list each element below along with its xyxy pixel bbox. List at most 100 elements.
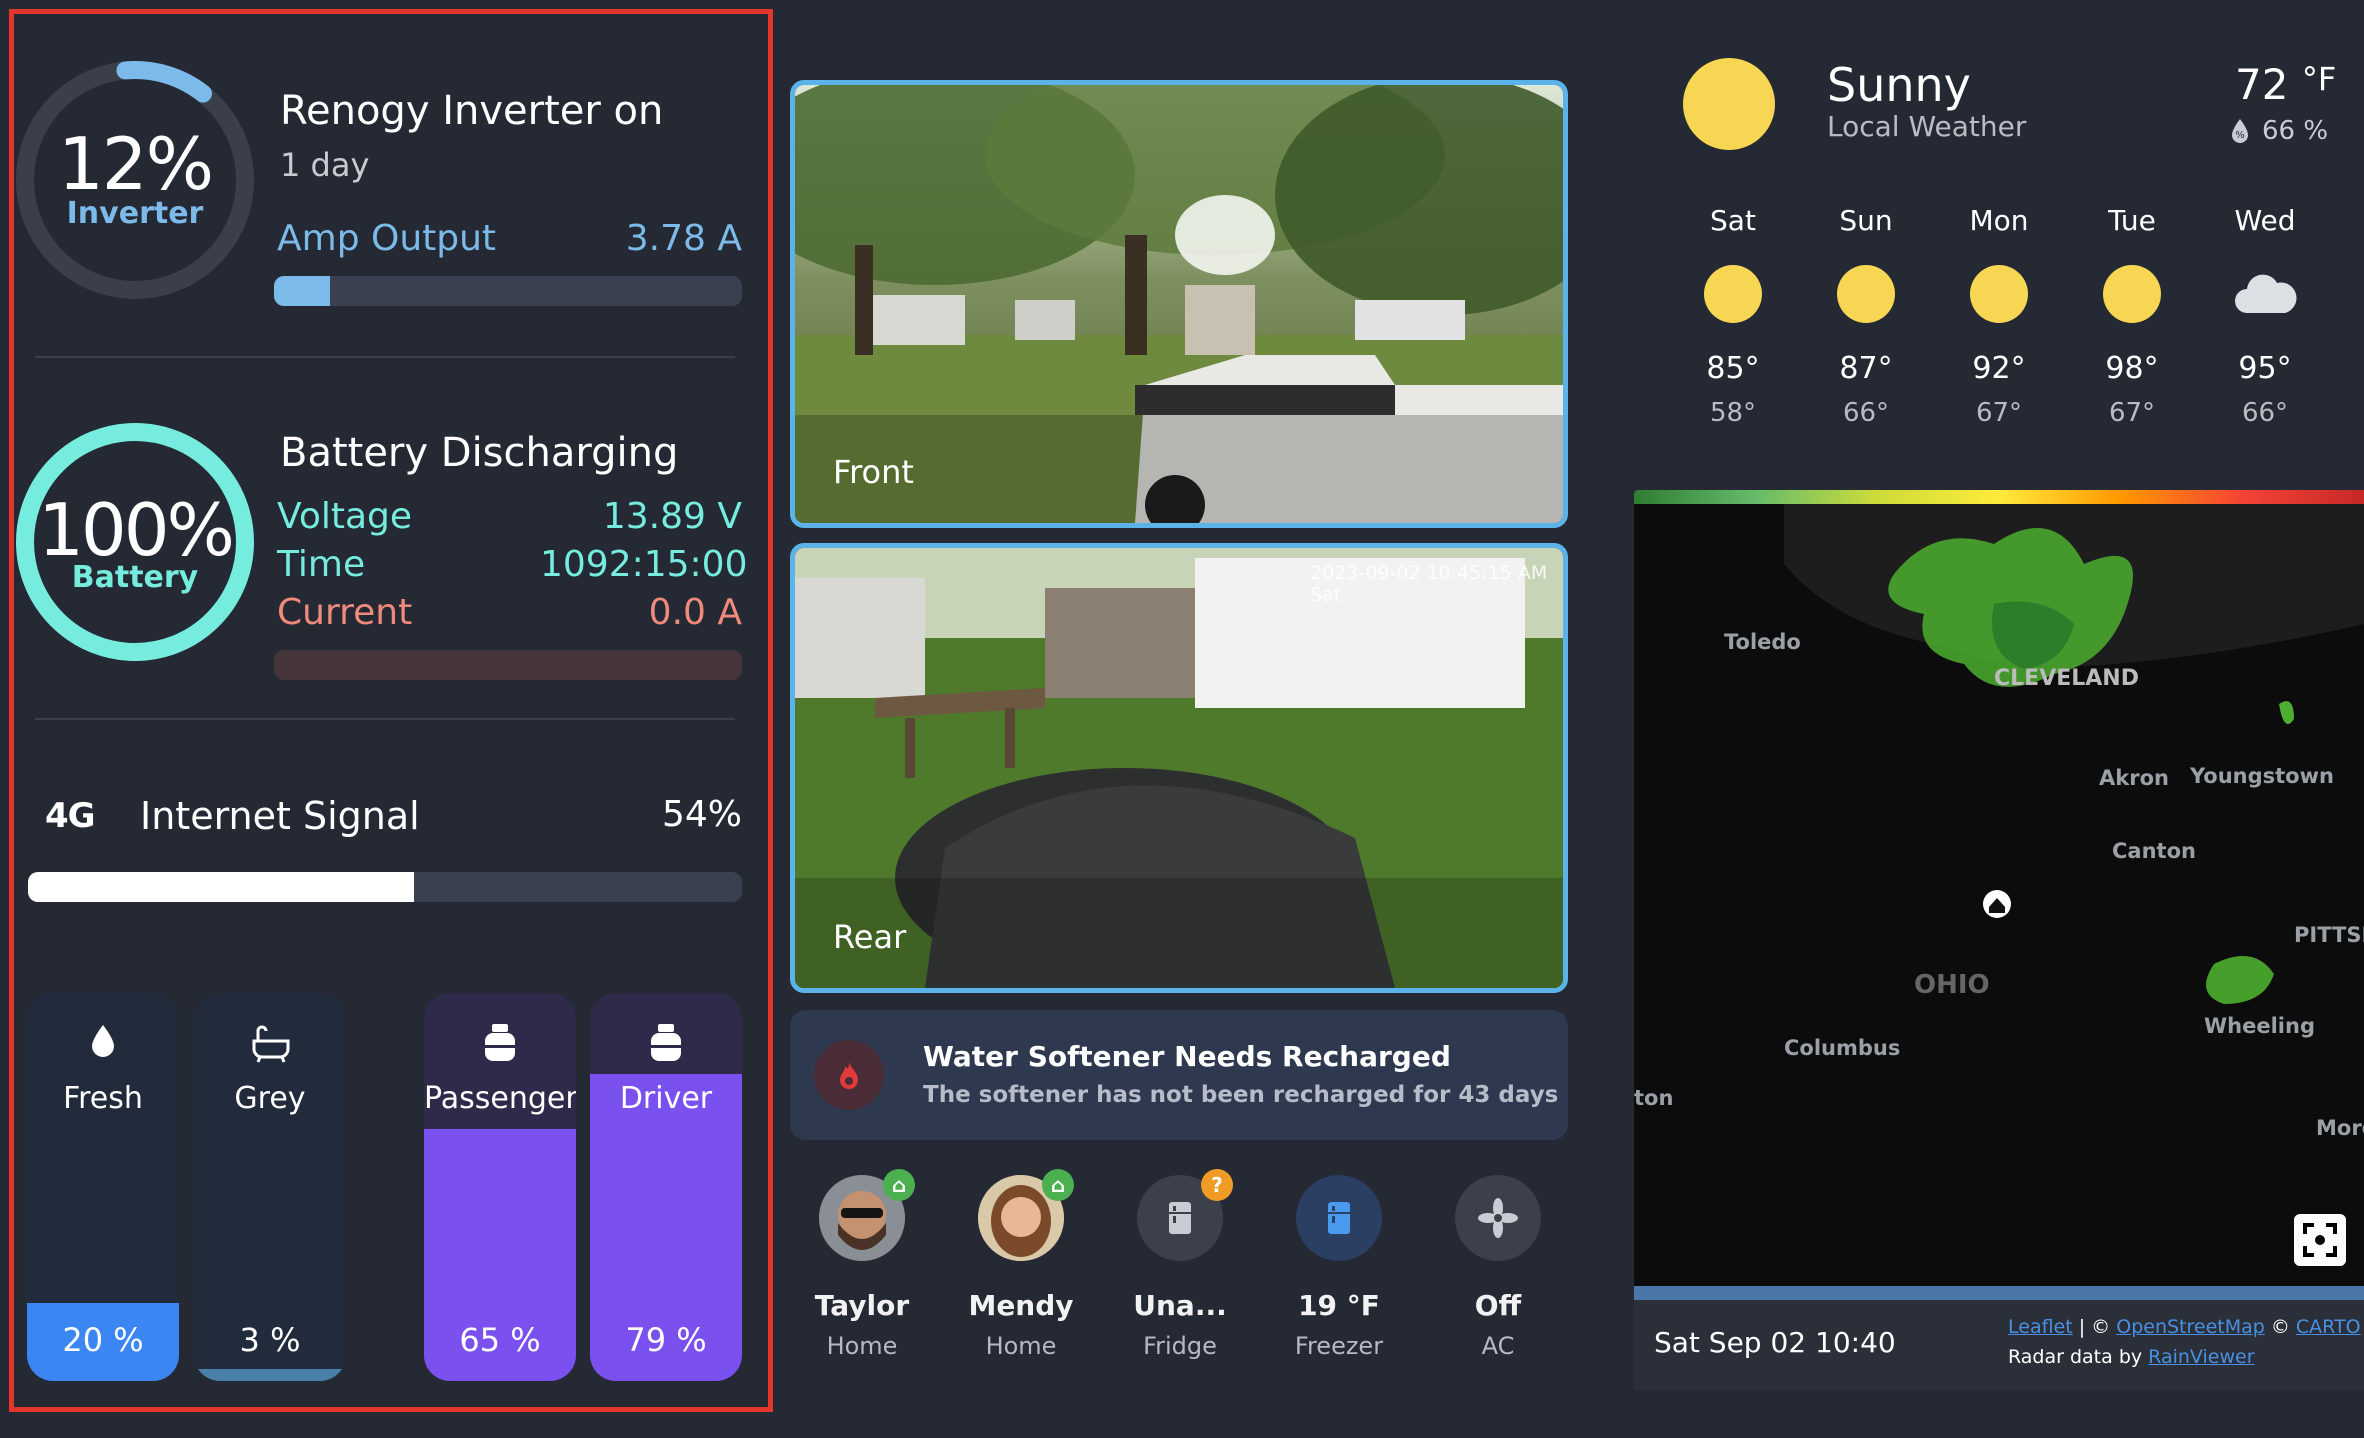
map-city-label: ton [1634, 1086, 1674, 1110]
internet-signal-value: 54% [661, 794, 742, 835]
internet-signal-bar [28, 872, 742, 902]
radar-map[interactable]: Toledo CLEVELAND Akron Youngstown Canton… [1634, 490, 2364, 1390]
avatar: ⌂ [978, 1169, 1074, 1261]
radar-overlay [1784, 504, 2364, 1004]
camera-rear[interactable]: 2023-09-02 10:45:15 AM Sat Rear [790, 543, 1568, 993]
tank-name: Driver [619, 1081, 713, 1116]
radar-timestamp: Sat Sep 02 10:40 [1654, 1326, 1896, 1359]
camera-front[interactable]: Front [790, 80, 1568, 528]
person-taylor[interactable]: ⌂ Taylor Home [792, 1169, 932, 1360]
entity-state: Home [826, 1332, 898, 1360]
current-bar [274, 650, 742, 680]
entity-fridge[interactable]: ? Una... Fridge [1110, 1169, 1250, 1360]
camera-front-label: Front [833, 453, 914, 491]
entity-state: Freezer [1294, 1332, 1384, 1360]
tank-driver[interactable]: Driver 79 % [590, 993, 742, 1381]
camera-rear-timestamp: 2023-09-02 10:45:15 AM Sat [1310, 562, 1548, 606]
tank-name: Fresh [63, 1081, 143, 1116]
entity-name: Una... [1133, 1289, 1227, 1322]
entity-state: AC [1481, 1332, 1515, 1360]
propane-tank-icon [424, 1023, 576, 1063]
inverter-percent: 12% [57, 122, 214, 206]
map-city-label: Columbus [1784, 1036, 1901, 1060]
entity-ac[interactable]: Off AC [1428, 1175, 1568, 1360]
forecast-day-name: Wed [2234, 204, 2296, 237]
svg-text:%: % [2235, 130, 2245, 141]
entity-name: 19 °F [1298, 1289, 1380, 1322]
carto-link[interactable]: CARTO [2296, 1316, 2361, 1338]
home-marker-icon [1983, 890, 2011, 918]
forecast-day-name: Sun [1839, 204, 1893, 237]
map-city-label: Canton [2112, 839, 2196, 863]
forecast-low: 58° [1709, 398, 1757, 428]
openstreetmap-link[interactable]: OpenStreetMap [2116, 1316, 2265, 1338]
forecast-high: 87° [1839, 351, 1893, 386]
tank-fresh[interactable]: Fresh 20 % [27, 993, 179, 1381]
humidity: % 66 % [2230, 116, 2328, 146]
internet-signal-label: Internet Signal [140, 794, 420, 838]
forecast-day-name: Tue [2108, 204, 2156, 237]
forecast-low: 66° [1842, 398, 1890, 428]
fullscreen-icon [2303, 1223, 2337, 1257]
forecast-day: Mon 92° 67° [1939, 204, 2059, 428]
time-value: 1092:15:00 [540, 544, 748, 585]
4g-icon: 4G [45, 796, 96, 836]
alert-card[interactable]: Water Softener Needs Recharged The softe… [790, 1010, 1568, 1140]
leaflet-link[interactable]: Leaflet [2008, 1316, 2073, 1338]
humidity-icon: % [2232, 119, 2248, 143]
fridge-icon [1296, 1175, 1382, 1261]
forecast-day: Sat 85° 58° [1673, 204, 1793, 428]
forecast-high: 92° [1972, 351, 2026, 386]
weather-temperature: 72 °F [2235, 60, 2336, 109]
fullscreen-button[interactable] [2294, 1214, 2346, 1266]
tank-percent: 79 % [625, 1321, 707, 1359]
inverter-label: Inverter [66, 196, 204, 231]
map-city-label: OHIO [1914, 970, 1990, 1000]
person-mendy[interactable]: ⌂ Mendy Home [951, 1169, 1091, 1360]
tank-grey[interactable]: Grey 3 % [194, 993, 346, 1381]
forecast-low: 66° [2241, 398, 2289, 428]
entity-name: Mendy [968, 1289, 1074, 1322]
fire-icon [814, 1040, 884, 1110]
fridge-icon: ? [1137, 1169, 1233, 1261]
current-value: 0.0 A [648, 592, 742, 633]
forecast-high: 98° [2105, 351, 2159, 386]
sun-icon [2103, 265, 2161, 323]
forecast-day: Sun 87° 66° [1806, 204, 1926, 428]
amp-output-bar [274, 276, 742, 306]
map-city-label: CLEVELAND [1994, 666, 2139, 691]
alert-message: The softener has not been recharged for … [923, 1082, 1559, 1108]
map-city-label: Akron [2099, 766, 2169, 790]
forecast-day: Wed 95° 66° [2205, 204, 2325, 428]
alert-title: Water Softener Needs Recharged [923, 1040, 1451, 1073]
map-city-label: Wheeling [2204, 1014, 2315, 1038]
tank-percent: 65 % [459, 1321, 541, 1359]
forecast-day-name: Mon [1969, 204, 2029, 237]
water-drop-icon [27, 1023, 179, 1059]
forecast-high: 85° [1706, 351, 1760, 386]
section-divider [35, 356, 735, 358]
bathtub-icon [194, 1023, 346, 1063]
voltage-value: 13.89 V [602, 496, 742, 537]
forecast-day: Tue 98° 67° [2072, 204, 2192, 428]
radar-attribution-prefix: Radar data by [2008, 1346, 2149, 1368]
battery-label: Battery [71, 560, 199, 595]
attribution-separator: | © [2072, 1316, 2117, 1338]
tank-name: Passenger [424, 1081, 576, 1116]
map-city-label: PITTSB [2294, 923, 2364, 947]
time-label: Time [277, 544, 366, 585]
entity-name: Off [1474, 1289, 1522, 1322]
entity-state: Fridge [1143, 1332, 1217, 1360]
map-attribution: Leaflet | © OpenStreetMap © CARTO [2008, 1316, 2361, 1338]
current-label: Current [277, 592, 413, 633]
temperature-unit: °F [2301, 60, 2337, 98]
sun-icon [1704, 265, 1762, 323]
rainviewer-link[interactable]: RainViewer [2148, 1346, 2254, 1368]
entity-freezer[interactable]: 19 °F Freezer [1269, 1175, 1409, 1360]
weather-source: Local Weather [1827, 110, 2027, 143]
tank-passenger[interactable]: Passenger 65 % [424, 993, 576, 1381]
inverter-duration: 1 day [280, 146, 370, 184]
humidity-value: 66 % [2262, 116, 2329, 146]
camera-rear-image [795, 548, 1563, 988]
voltage-label: Voltage [277, 496, 413, 537]
